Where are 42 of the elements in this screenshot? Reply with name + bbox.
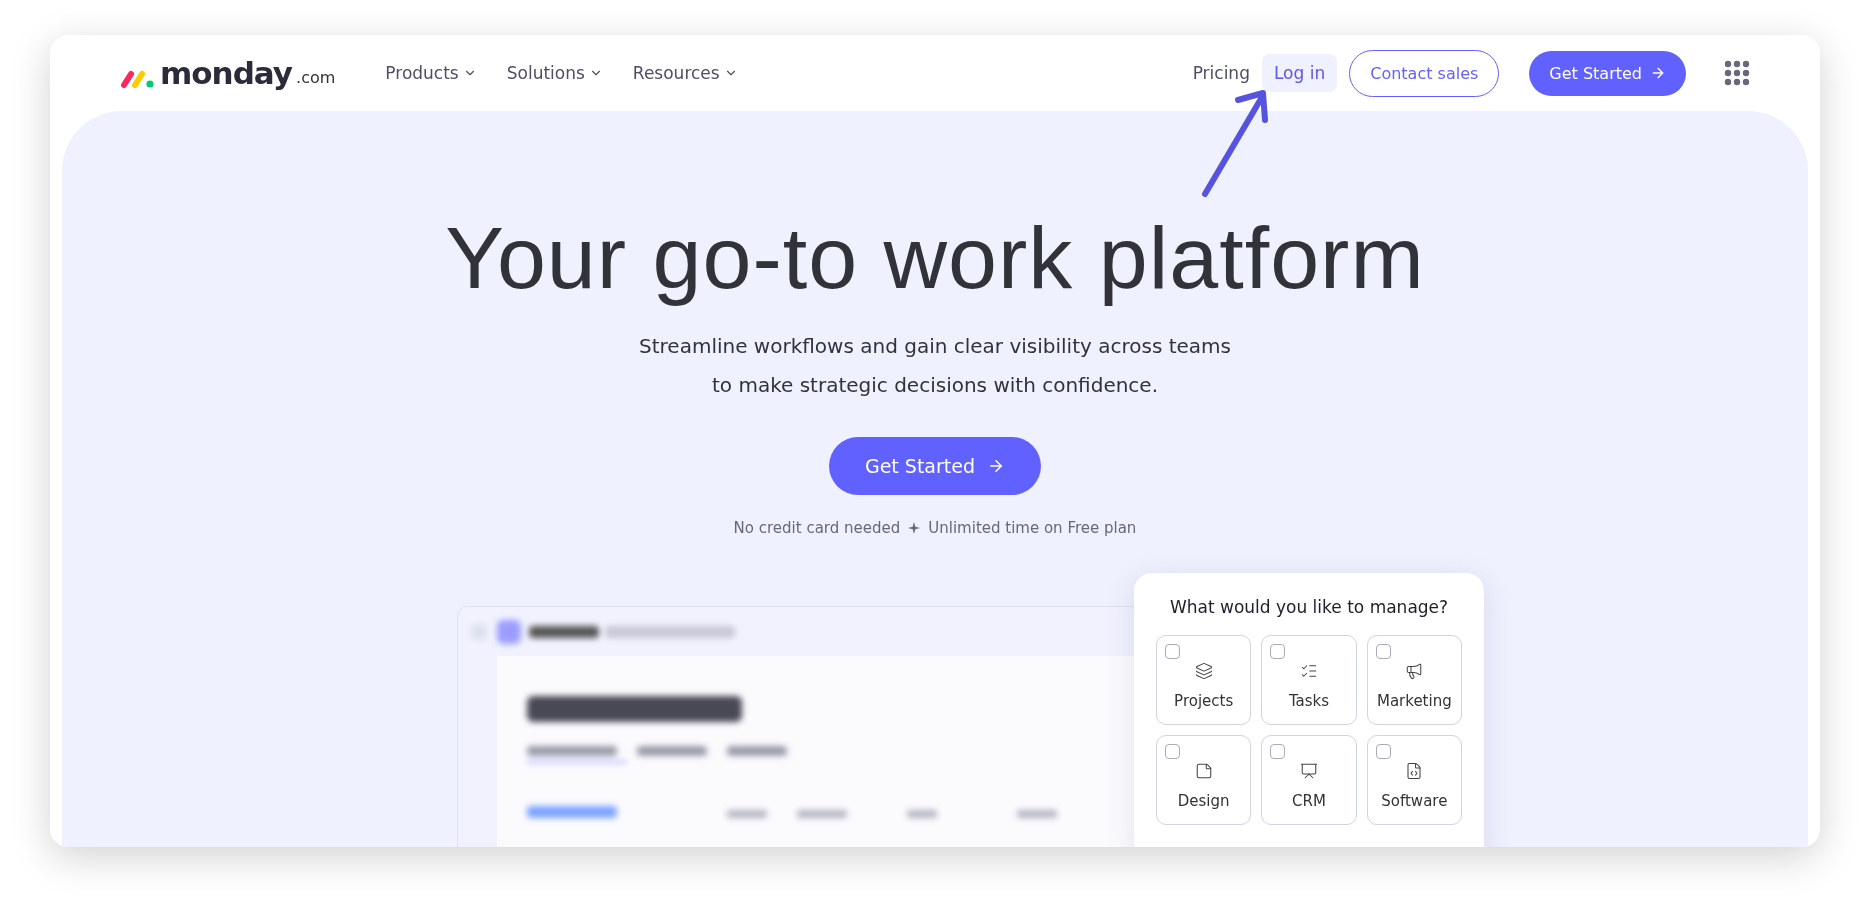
note-text: Unlimited time on Free plan xyxy=(928,519,1137,537)
get-started-button[interactable]: Get Started xyxy=(828,437,1042,495)
checkbox[interactable] xyxy=(1165,744,1180,759)
option-tile[interactable]: Tasks xyxy=(1261,635,1357,725)
option-label: Design xyxy=(1177,792,1230,810)
checkbox[interactable] xyxy=(1270,644,1286,659)
note-icon xyxy=(1194,762,1213,780)
pricing-link[interactable]: Pricing xyxy=(1192,63,1250,83)
apps-grid-icon[interactable] xyxy=(1724,60,1750,86)
checkbox[interactable] xyxy=(1375,644,1391,659)
presentation-icon xyxy=(1300,762,1318,780)
checklist-icon xyxy=(1300,662,1318,680)
megaphone-icon xyxy=(1405,662,1424,680)
nav-menu[interactable]: Products xyxy=(385,63,477,83)
note-text: No credit card needed xyxy=(733,519,901,537)
option-label: Marketing xyxy=(1376,692,1452,710)
arrow-icon xyxy=(1650,65,1666,81)
option-label: Projects xyxy=(1174,692,1234,710)
option-tile[interactable]: Software xyxy=(1366,735,1462,825)
option-tile[interactable]: Design xyxy=(1156,735,1252,825)
option-tile[interactable]: Marketing xyxy=(1366,635,1462,725)
sparkle-icon xyxy=(908,522,921,534)
checkbox[interactable] xyxy=(1270,744,1286,759)
logo-icon xyxy=(120,68,156,89)
option-label: CRM xyxy=(1292,792,1326,810)
option-tile[interactable]: CRM xyxy=(1261,735,1357,825)
option-label: Software xyxy=(1381,792,1448,810)
layers-icon xyxy=(1194,662,1213,680)
card-title: What would you like to manage? xyxy=(1168,597,1450,617)
logo-suffix: .com xyxy=(296,67,336,87)
code-file-icon xyxy=(1405,762,1424,780)
nav-menu[interactable]: Resources xyxy=(632,63,738,83)
get-started-button[interactable]: Get Started xyxy=(1529,50,1686,96)
login-button[interactable]: Log in xyxy=(1261,54,1338,92)
option-tile[interactable]: Projects xyxy=(1156,635,1252,725)
logo-wordmark[interactable]: monday xyxy=(160,57,293,89)
hero-subtitle: Streamline workflows and gain clear visibility across teams to make strategic decisions with confidence. xyxy=(639,333,1231,399)
option-label: Tasks xyxy=(1288,692,1330,710)
checkbox[interactable] xyxy=(1375,744,1391,759)
checkbox[interactable] xyxy=(1165,644,1180,659)
nav-menu[interactable]: Solutions xyxy=(506,63,603,83)
hero-title: Your go-to work platform xyxy=(445,207,1425,309)
